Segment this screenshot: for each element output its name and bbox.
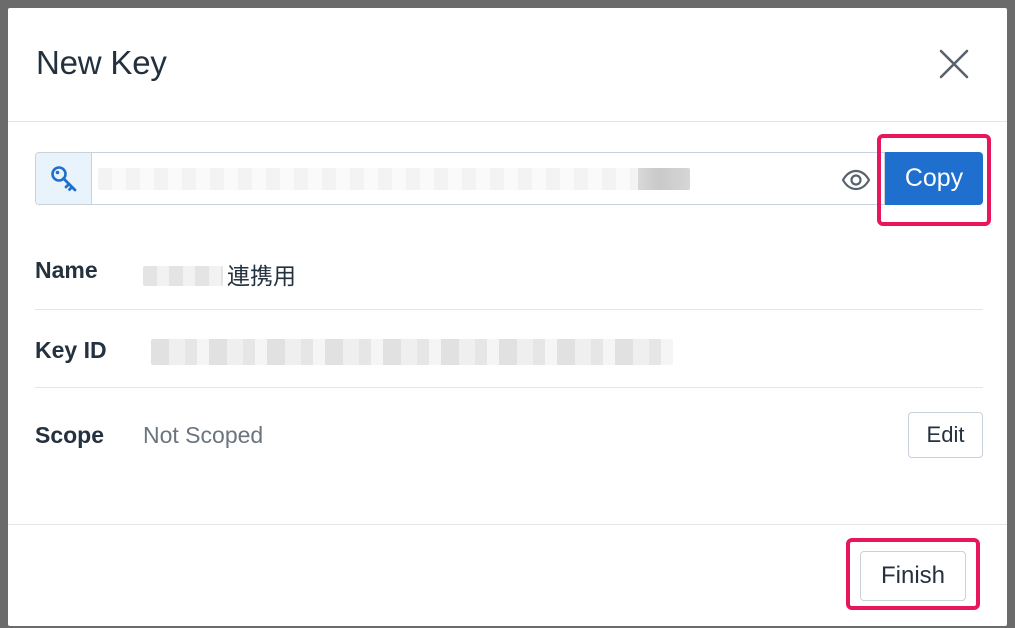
name-row: Name 連携用: [35, 257, 983, 289]
name-value-suffix: 連携用: [227, 263, 296, 289]
modal-title: New Key: [36, 44, 167, 81]
api-key-field[interactable]: [35, 152, 885, 205]
key-icon-box: [36, 153, 92, 204]
divider: [35, 309, 983, 310]
scope-label: Scope: [35, 422, 105, 448]
divider: [35, 387, 983, 388]
copy-button[interactable]: Copy: [885, 152, 983, 205]
api-key-row: Copy: [35, 152, 983, 205]
api-key-value: [98, 168, 690, 190]
key-id-redacted: [151, 339, 673, 365]
edit-scope-button[interactable]: Edit: [908, 412, 983, 458]
modal-footer: Finish: [8, 524, 1007, 626]
name-label: Name: [35, 257, 98, 283]
scope-row: Scope Not Scoped Edit: [35, 412, 983, 458]
key-id-label: Key ID: [35, 337, 107, 363]
key-id-row: Key ID: [35, 337, 983, 367]
finish-button[interactable]: Finish: [860, 551, 966, 601]
close-icon: [939, 49, 969, 79]
modal-header: New Key: [8, 8, 1007, 122]
scope-value: Not Scoped: [143, 422, 264, 448]
close-button[interactable]: [936, 46, 972, 82]
key-icon: [51, 166, 77, 192]
name-redacted: [143, 266, 223, 286]
name-value: 連携用: [143, 257, 296, 291]
new-key-modal: New Key Copy Name 連携用 Key ID Scope Not S…: [8, 8, 1007, 626]
eye-icon: [841, 169, 871, 191]
reveal-key-button[interactable]: [840, 164, 872, 196]
